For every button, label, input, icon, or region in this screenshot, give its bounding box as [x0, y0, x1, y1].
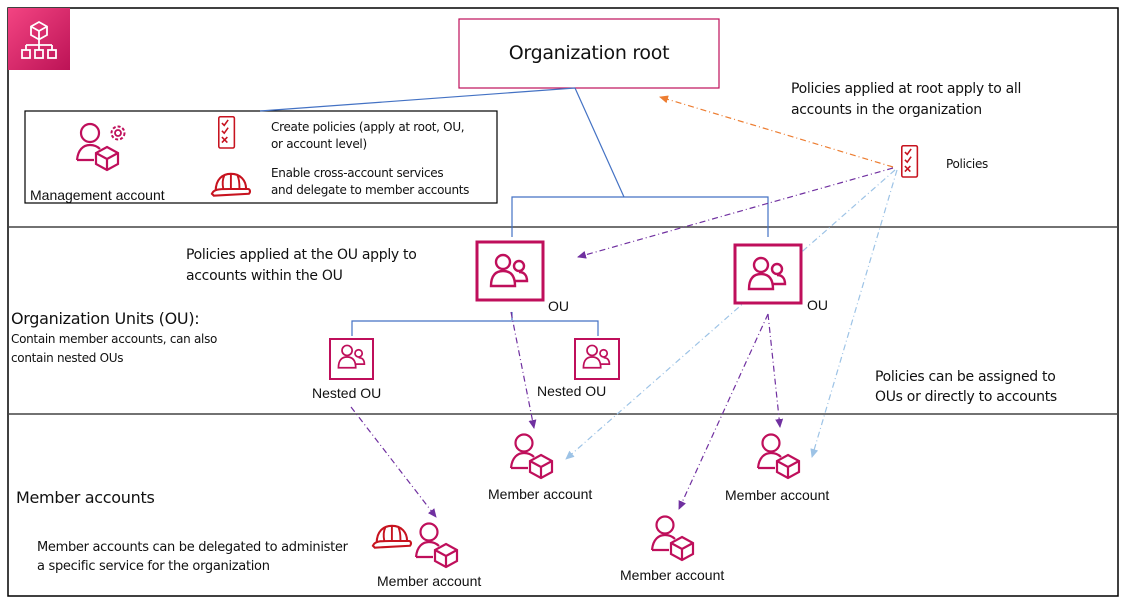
create-policies-text-line1: Create policies (apply at root, OU, [271, 120, 465, 134]
ou-section-desc-line2: contain nested OUs [11, 351, 124, 365]
root-policies-note-line1: Policies applied at root apply to all [791, 81, 1022, 97]
org-diagram: Organization root Management account Cre… [0, 0, 1125, 604]
member-account-label: Member account [488, 486, 593, 502]
arrow-ou-to-member-1 [510, 311, 537, 429]
member-account-label: Member account [620, 567, 725, 583]
aws-organizations-logo-icon [8, 8, 70, 70]
member-account-icon [414, 522, 459, 569]
enable-services-text-line2: and delegate to member accounts [271, 183, 470, 197]
ou-label: OU [548, 298, 569, 314]
arrow-ou-to-member-2 [767, 313, 784, 428]
management-account-label: Management account [30, 187, 165, 203]
policy-checklist-icon [217, 115, 236, 149]
member-account-icon [650, 515, 695, 562]
policies-node-label: Policies [946, 157, 988, 171]
nested-ou-icon [574, 338, 620, 380]
nested-ou-label: Nested OU [312, 385, 382, 401]
policies-icon [901, 144, 919, 178]
ou-policies-note-line1: Policies applied at the OU apply to [186, 247, 417, 263]
delegate-note-line1: Member accounts can be delegated to admi… [37, 540, 348, 555]
organization-root-label: Organization root [508, 42, 670, 64]
ou-icon [733, 243, 803, 305]
assign-note-line1: Policies can be assigned to [875, 369, 1056, 385]
create-policies-text-line2: or account level) [271, 137, 367, 151]
assign-note-line2: OUs or directly to accounts [875, 389, 1057, 405]
ou-section-title: Organization Units (OU): [11, 309, 200, 328]
nested-ou-icon [329, 338, 374, 380]
ou-policies-note-line2: accounts within the OU [186, 268, 343, 284]
nested-ou-label: Nested OU [537, 383, 607, 399]
members-section-title: Member accounts [16, 488, 155, 507]
member-account-label: Member account [377, 573, 482, 589]
hard-hat-icon [371, 524, 413, 549]
ou-icon [475, 240, 545, 302]
member-account-label: Member account [725, 487, 830, 503]
enable-services-text-line1: Enable cross-account services [271, 166, 444, 180]
member-account-icon [509, 433, 554, 480]
ou-section-desc-line1: Contain member accounts, can also [11, 332, 218, 346]
ou-label: OU [807, 297, 828, 313]
root-policies-note-line2: accounts in the organization [791, 102, 982, 118]
member-account-icon [756, 433, 801, 480]
arrow-policies-to-member-1 [565, 169, 896, 460]
arrow-nested-ou-to-member-3 [350, 406, 437, 518]
delegate-note-line2: a specific service for the organization [37, 559, 270, 574]
arrow-ou-to-member-4 [678, 313, 769, 510]
